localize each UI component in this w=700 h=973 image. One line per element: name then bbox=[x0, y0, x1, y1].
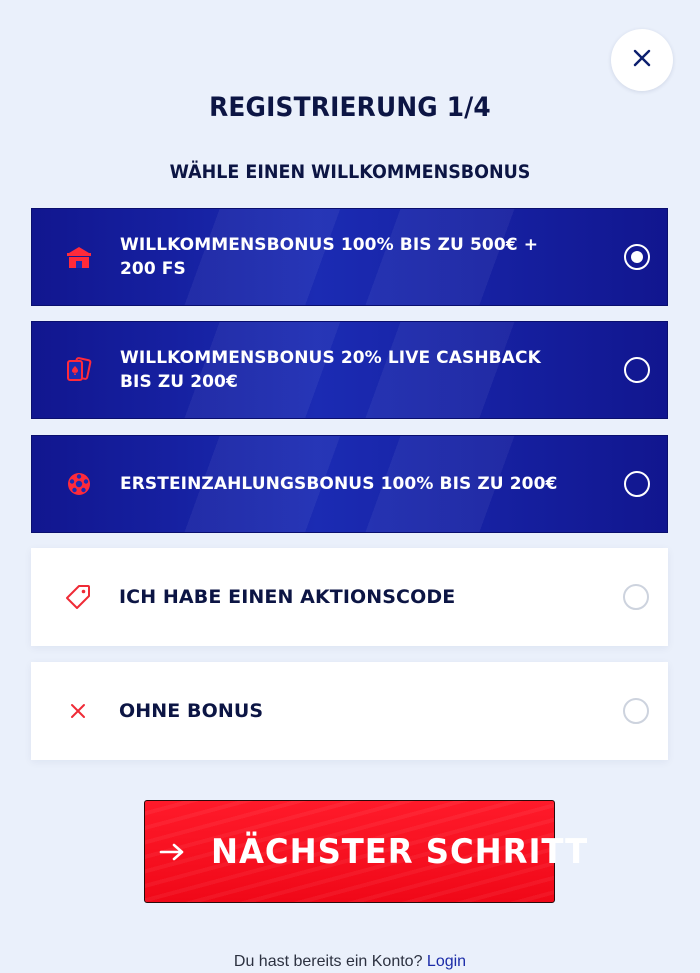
radio-button[interactable] bbox=[624, 357, 650, 383]
bonus-option-label: WILLKOMMENSBONUS 20% LIVE CASHBACK BIS Z… bbox=[120, 348, 541, 392]
next-step-label: NÄCHSTER SCHRITT bbox=[211, 831, 589, 872]
next-step-button[interactable]: NÄCHSTER SCHRITT bbox=[144, 800, 587, 903]
radio-button-selected[interactable] bbox=[624, 244, 650, 270]
page-subtitle: WÄHLE EINEN WILLKOMMENSBONUS bbox=[169, 161, 531, 183]
login-link[interactable]: Login bbox=[427, 953, 466, 970]
login-prompt-text: Du hast bereits ein Konto? bbox=[233, 953, 423, 970]
bonus-option-label: WILLKOMMENSBONUS 100% BIS ZU 500€ + 200 … bbox=[120, 235, 539, 279]
radio-button[interactable] bbox=[624, 471, 650, 497]
bonus-option-live-cashback[interactable]: WILLKOMMENSBONUS 20% LIVE CASHBACK BIS Z… bbox=[31, 321, 668, 419]
radio-button[interactable] bbox=[623, 584, 649, 610]
tag-icon bbox=[63, 548, 93, 646]
casino-icon bbox=[64, 209, 94, 305]
cards-icon bbox=[64, 322, 94, 418]
login-prompt: Du hast bereits ein Konto? Login bbox=[0, 953, 700, 971]
sports-ball-icon bbox=[64, 436, 94, 532]
close-icon bbox=[63, 662, 93, 760]
close-button[interactable] bbox=[611, 29, 673, 91]
close-icon bbox=[633, 49, 651, 72]
arrow-right-icon bbox=[159, 838, 185, 866]
page-title: REGISTRIERUNG 1/4 bbox=[209, 92, 491, 123]
radio-button[interactable] bbox=[623, 698, 649, 724]
bonus-option-promo-code[interactable]: ICH HABE EINEN AKTIONSCODE bbox=[31, 548, 668, 646]
bonus-option-label: ERSTEINZAHLUNGSBONUS 100% BIS ZU 200€ bbox=[120, 474, 558, 494]
bonus-option-label: ICH HABE EINEN AKTIONSCODE bbox=[119, 586, 456, 608]
bonus-option-welcome-casino[interactable]: WILLKOMMENSBONUS 100% BIS ZU 500€ + 200 … bbox=[31, 208, 668, 306]
bonus-option-first-deposit[interactable]: ERSTEINZAHLUNGSBONUS 100% BIS ZU 200€ bbox=[31, 435, 668, 533]
bonus-option-label: OHNE BONUS bbox=[119, 700, 264, 722]
bonus-option-no-bonus[interactable]: OHNE BONUS bbox=[31, 662, 668, 760]
